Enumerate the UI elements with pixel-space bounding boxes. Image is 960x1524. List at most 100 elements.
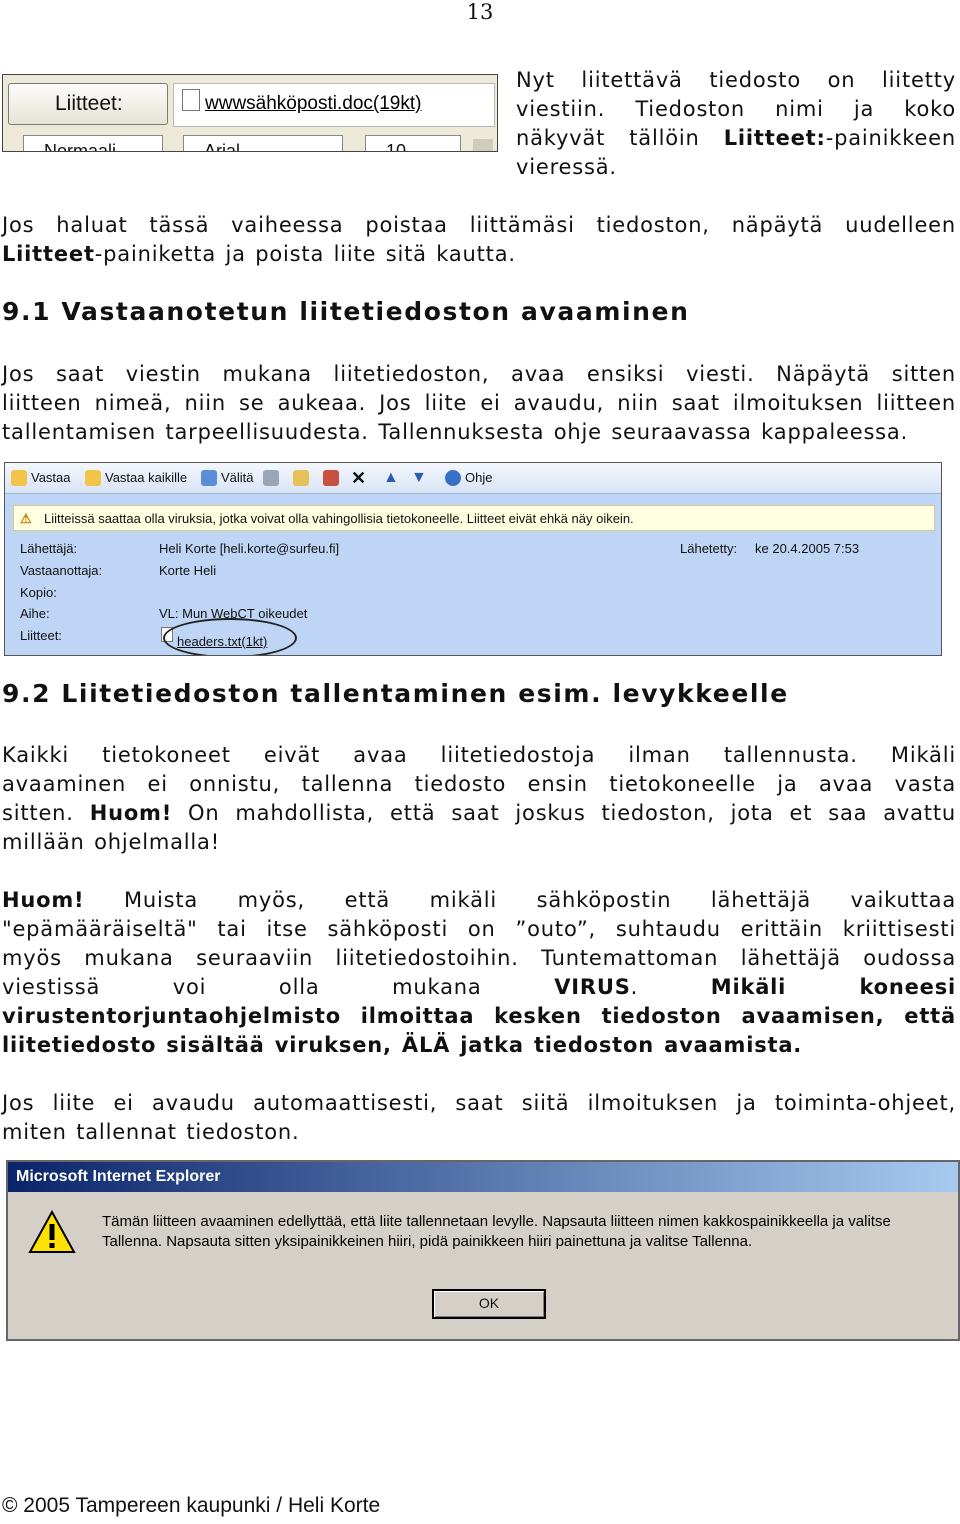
attachment-bar-screenshot: Liitteet: wwwsähköposti.doc(19kt) Normaa… — [2, 74, 498, 152]
intro-line: Nyt liitettävä tiedosto on liitetty — [516, 68, 956, 92]
close-icon: ✕ — [351, 468, 367, 488]
flag-button[interactable] — [323, 468, 339, 488]
page-number: 13 — [466, 0, 494, 24]
toolbar-overflow-icon[interactable] — [473, 139, 493, 151]
reply-button[interactable]: Vastaa — [11, 468, 71, 488]
attachments-label: Liitteet: — [20, 628, 62, 643]
document-icon — [182, 89, 200, 111]
attachments-button-label: Liitteet: — [55, 92, 123, 115]
next-button[interactable]: ▼ — [411, 468, 427, 488]
arrow-down-icon: ▼ — [411, 469, 427, 486]
heading-9-1: 9.1 Vastaanotetun liitetiedoston avaamin… — [2, 297, 690, 326]
save-text: On mahdollista, että saat joskus tiedost… — [172, 801, 956, 825]
print-button[interactable] — [263, 468, 279, 488]
previous-button[interactable]: ▲ — [383, 468, 399, 488]
intro-line: viestiin. Tiedoston nimi ja koko — [516, 97, 956, 121]
warning-icon: ⚠ — [20, 511, 32, 526]
delete-button[interactable]: ✕ — [351, 468, 366, 488]
subject-label: Aihe: — [20, 606, 50, 621]
help-label: Ohje — [465, 470, 493, 485]
heading-9-2: 9.2 Liitetiedoston tallentaminen esim. l… — [2, 679, 789, 708]
warning-line: liitetiedosto sisältää viruksen, ÄLÄ jat… — [2, 1033, 803, 1057]
intro-text: näkyvät tällöin — [516, 126, 724, 150]
save-paragraph: Kaikki tietokoneet eivät avaa liitetiedo… — [2, 741, 956, 857]
flag-icon — [323, 470, 339, 486]
warning-bold: Mikäli koneesi — [710, 975, 957, 999]
help-button[interactable]: Ohje — [445, 468, 492, 488]
warning-line: virustentorjuntaohjelmisto ilmoittaa kes… — [2, 1004, 956, 1028]
warning-paragraph: Huom! Muista myös, että mikäli sähköpost… — [2, 886, 956, 1060]
virus-warning-bar: ⚠ Liitteissä saattaa olla viruksia, jotk… — [13, 505, 935, 531]
warning-line: Huom! Muista myös, että mikäli sähköpost… — [2, 886, 956, 915]
dialog-line: Tämän liitteen avaaminen edellyttää, ett… — [102, 1213, 891, 1230]
forward-button[interactable]: Välitä — [201, 468, 254, 488]
cc-label: Kopio: — [20, 585, 57, 600]
font-combo[interactable]: Arial — [183, 135, 343, 151]
folder-button[interactable] — [293, 468, 309, 488]
intro-text: -painikkeen — [825, 126, 956, 150]
style-combo[interactable]: Normaali — [23, 135, 163, 151]
folder-icon — [293, 470, 309, 486]
sent-value: ke 20.4.2005 7:53 — [755, 541, 860, 556]
forward-icon — [201, 470, 217, 486]
reply-all-button[interactable]: Vastaa kaikille — [85, 468, 187, 488]
message-screenshot: Vastaa Vastaa kaikille Välitä ✕ ▲ ▼ Ohje… — [4, 462, 942, 656]
auto-line: Jos liite ei avaudu automaattisesti, saa… — [2, 1091, 956, 1115]
attached-file-link[interactable]: wwwsähköposti.doc(19kt) — [205, 93, 421, 115]
intro-line: vieressä. — [516, 155, 617, 179]
open-line: liitteen nimeä, niin se aukeaa. Jos liit… — [2, 391, 956, 415]
warning-bold: Huom! — [2, 888, 85, 912]
dialog-message: Tämän liitteen avaaminen edellyttää, ett… — [102, 1212, 891, 1252]
reply-all-icon — [85, 470, 101, 486]
save-line: millään ohjelmalla! — [2, 830, 220, 854]
arrow-up-icon: ▲ — [383, 469, 399, 486]
warning-line: "epämääräiseltä" tai itse sähköposti on … — [2, 917, 956, 941]
dialog-line: Tallenna. Napsauta sitten yksipainikkein… — [102, 1233, 753, 1250]
remove-line: Liitteet-painiketta ja poista liite sitä… — [2, 240, 956, 269]
auto-line: miten tallennat tiedoston. — [2, 1120, 300, 1144]
open-line: tallentamisen tarpeellisuudesta. Tallenn… — [2, 420, 909, 444]
reply-label: Vastaa — [31, 470, 71, 485]
remove-line: Jos haluat tässä vaiheessa poistaa liitt… — [2, 213, 956, 237]
highlight-ellipse — [163, 618, 297, 655]
intro-bold: Liitteet: — [723, 126, 826, 150]
size-combo[interactable]: 10 — [365, 135, 461, 151]
open-line: Jos saat viestin mukana liitetiedoston, … — [2, 362, 956, 386]
open-paragraph: Jos saat viestin mukana liitetiedoston, … — [2, 360, 956, 447]
warning-bold: VIRUS — [554, 975, 631, 999]
save-text: sitten. — [2, 801, 90, 825]
from-value: Heli Korte [heli.korte@surfeu.fi] — [159, 541, 340, 556]
to-value: Korte Heli — [159, 563, 217, 578]
reply-icon — [11, 470, 27, 486]
auto-paragraph: Jos liite ei avaudu automaattisesti, saa… — [2, 1089, 956, 1147]
virus-warning-text: Liitteissä saattaa olla viruksia, jotka … — [44, 511, 634, 526]
warning-triangle-icon — [28, 1210, 76, 1253]
warning-text: viestissä voi olla mukana — [2, 975, 555, 999]
remove-text: -painiketta ja poista liite sitä kautta. — [94, 242, 516, 266]
warning-line: myös mukana seuraaviin liitetiedostoihin… — [2, 946, 956, 970]
warning-text: Muista myös, että mikäli sähköpostin läh… — [84, 888, 956, 912]
footer: © 2005 Tampereen kaupunki / Heli Korte — [2, 1494, 381, 1517]
attachments-button[interactable]: Liitteet: — [8, 83, 168, 125]
save-line: sitten. Huom! On mahdollista, että saat … — [2, 799, 956, 828]
save-line: avaaminen ei onnistu, tallenna tiedosto … — [2, 772, 956, 796]
forward-label: Välitä — [221, 470, 254, 485]
print-icon — [263, 470, 279, 486]
remove-paragraph: Jos haluat tässä vaiheessa poistaa liitt… — [2, 211, 956, 269]
warning-text: . — [630, 975, 711, 999]
intro-line: näkyvät tällöin Liitteet:-painikkeen — [516, 124, 956, 153]
sent-label: Lähetetty: — [680, 541, 738, 556]
warning-line: viestissä voi olla mukana VIRUS. Mikäli … — [2, 973, 956, 1002]
help-icon — [445, 470, 461, 486]
dialog-title: Microsoft Internet Explorer — [8, 1162, 958, 1192]
from-label: Lähettäjä: — [20, 541, 78, 556]
intro-paragraph: Nyt liitettävä tiedosto on liitetty vies… — [516, 66, 956, 182]
reply-all-label: Vastaa kaikille — [105, 470, 188, 485]
save-bold: Huom! — [89, 801, 173, 825]
save-line: Kaikki tietokoneet eivät avaa liitetiedo… — [2, 743, 956, 767]
to-label: Vastaanottaja: — [20, 563, 103, 578]
ie-dialog-screenshot: Microsoft Internet Explorer Tämän liitte… — [6, 1160, 960, 1341]
ok-button[interactable]: OK — [432, 1289, 546, 1319]
remove-bold: Liitteet — [2, 242, 95, 266]
message-toolbar: Vastaa Vastaa kaikille Välitä ✕ ▲ ▼ Ohje — [5, 463, 941, 494]
